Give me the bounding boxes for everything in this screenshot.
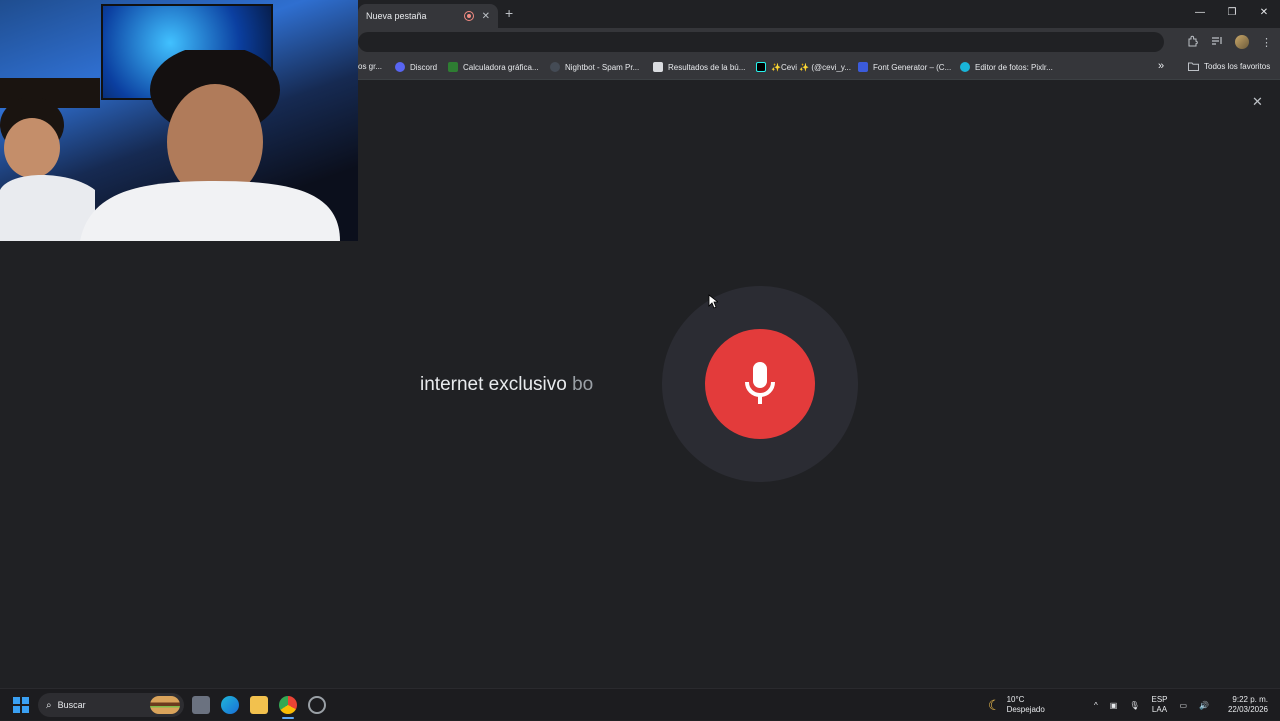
burger-icon — [150, 696, 180, 714]
microphone-tray-icon[interactable]: 🎙 — [1129, 701, 1139, 710]
window-controls: — ❐ ✕ — [1184, 0, 1280, 28]
microphone-button[interactable] — [705, 329, 815, 439]
new-tab-button[interactable]: + — [505, 5, 513, 21]
tab-close-icon[interactable]: ✕ — [482, 11, 490, 22]
keyboard-layout: LAA — [1151, 705, 1168, 714]
bookmark-label: Editor de fotos: Pixlr... — [975, 62, 1053, 72]
restore-button[interactable]: ❐ — [1216, 0, 1248, 28]
weather-temp: 10°C — [1006, 695, 1025, 704]
tab-title: Nueva pestaña — [366, 11, 427, 21]
windows-logo-icon — [22, 706, 29, 713]
windows-logo-icon — [13, 706, 20, 713]
person-center-image — [80, 50, 340, 241]
taskbar-search[interactable]: ⌕ Buscar — [38, 693, 184, 717]
chevron-up-icon[interactable]: ^ — [1094, 701, 1098, 710]
mouse-cursor-icon — [708, 294, 718, 309]
edge-icon[interactable] — [221, 696, 239, 714]
tiktok-icon — [756, 62, 766, 72]
all-bookmarks-folder[interactable]: Todos los favoritos — [1188, 62, 1270, 71]
bookmark-label: os gr... — [358, 62, 383, 71]
file-explorer-icon[interactable] — [250, 696, 268, 714]
obs-icon[interactable] — [308, 696, 326, 714]
bookmark-label: Discord — [410, 62, 438, 72]
desmos-icon — [448, 62, 458, 72]
menu-kebab-icon[interactable]: ⋮ — [1261, 36, 1272, 49]
windows-logo-icon — [13, 697, 20, 704]
search-label: Buscar — [57, 700, 86, 710]
transcript-final: internet exclusivo — [420, 374, 567, 395]
pixlr-icon — [960, 62, 970, 72]
toolbar-icons: ⋮ — [1187, 32, 1272, 52]
minimize-button[interactable]: — — [1184, 0, 1216, 28]
discord-icon — [395, 62, 405, 72]
language-indicator[interactable]: ESP LAA — [1151, 695, 1167, 715]
bookmark-label: Nightbot - Spam Pr... — [565, 62, 640, 72]
bookmark-calculadora[interactable]: Calculadora gráfica... — [448, 62, 539, 72]
windows-taskbar: ⌕ Buscar ☾ 10°C Despejado ^ ▣ 🎙 ESP LAA … — [0, 688, 1280, 720]
clock-time: 9:22 p. m. — [1232, 695, 1268, 704]
voice-transcript: internet exclusivo bo — [420, 374, 593, 396]
nightbot-icon — [550, 62, 560, 72]
language-code: ESP — [1151, 695, 1168, 704]
system-tray: ^ ▣ 🎙 ESP LAA ▭ 🔊 — [1094, 689, 1209, 721]
address-bar[interactable] — [358, 32, 1164, 52]
moon-icon: ☾ — [988, 696, 1001, 713]
folder-icon — [1188, 62, 1199, 71]
transcript-interim: bo — [572, 374, 594, 395]
bookmark-label: Font Generator – (C... — [873, 62, 952, 72]
volume-icon[interactable]: 🔊 — [1199, 701, 1209, 710]
media-control-icon[interactable] — [1211, 35, 1223, 50]
start-button[interactable] — [13, 697, 29, 713]
profile-avatar-icon[interactable] — [1235, 35, 1249, 49]
all-bookmarks-label: Todos los favoritos — [1204, 62, 1271, 71]
clock-date: 22/03/2026 — [1227, 705, 1268, 714]
page-icon — [653, 62, 663, 72]
microphone-icon — [745, 362, 775, 404]
chrome-icon[interactable] — [279, 696, 297, 714]
close-window-button[interactable]: ✕ — [1248, 0, 1280, 28]
bookmark-resultados[interactable]: Resultados de la bú... — [653, 62, 745, 72]
windows-logo-icon — [22, 697, 29, 704]
search-icon: ⌕ — [46, 699, 52, 711]
close-voice-search-icon[interactable]: ✕ — [1252, 94, 1263, 110]
bookmark-nightbot[interactable]: Nightbot - Spam Pr... — [550, 62, 639, 72]
webcam-overlay — [0, 0, 358, 241]
bookmark-tiktok[interactable]: ✨ Cevi ✨ (@cevi_y... — [756, 62, 851, 72]
bookmarks-overflow-chevron-icon[interactable]: » — [1158, 60, 1164, 72]
bookmark-pixlr[interactable]: Editor de fotos: Pixlr... — [960, 62, 1053, 72]
recording-icon — [463, 11, 474, 21]
bookmark-discord[interactable]: Discord — [395, 62, 437, 72]
bookmark-label: Resultados de la bú... — [668, 62, 746, 72]
camera-icon[interactable]: ▣ — [1110, 701, 1118, 710]
weather-desc: Despejado — [1006, 705, 1045, 714]
bookmark-label: Calculadora gráfica... — [463, 62, 539, 72]
font-generator-icon — [858, 62, 868, 72]
bookmark-font-generator[interactable]: Font Generator – (C... — [858, 62, 951, 72]
clock[interactable]: 9:22 p. m. 22/03/2026 — [1228, 689, 1268, 721]
tab-new-tab[interactable]: Nueva pestaña ✕ — [358, 4, 498, 28]
extensions-icon[interactable] — [1187, 35, 1199, 50]
network-icon[interactable]: ▭ — [1180, 701, 1188, 710]
weather-widget[interactable]: ☾ 10°C Despejado — [988, 689, 1045, 721]
bookmark-label: Cevi ✨ (@cevi_y... — [780, 62, 851, 72]
sparkle-icon: ✨ — [771, 62, 781, 72]
bookmark-item[interactable]: os gr... — [358, 62, 382, 71]
task-view-icon[interactable] — [192, 696, 210, 714]
active-app-indicator — [282, 717, 294, 719]
